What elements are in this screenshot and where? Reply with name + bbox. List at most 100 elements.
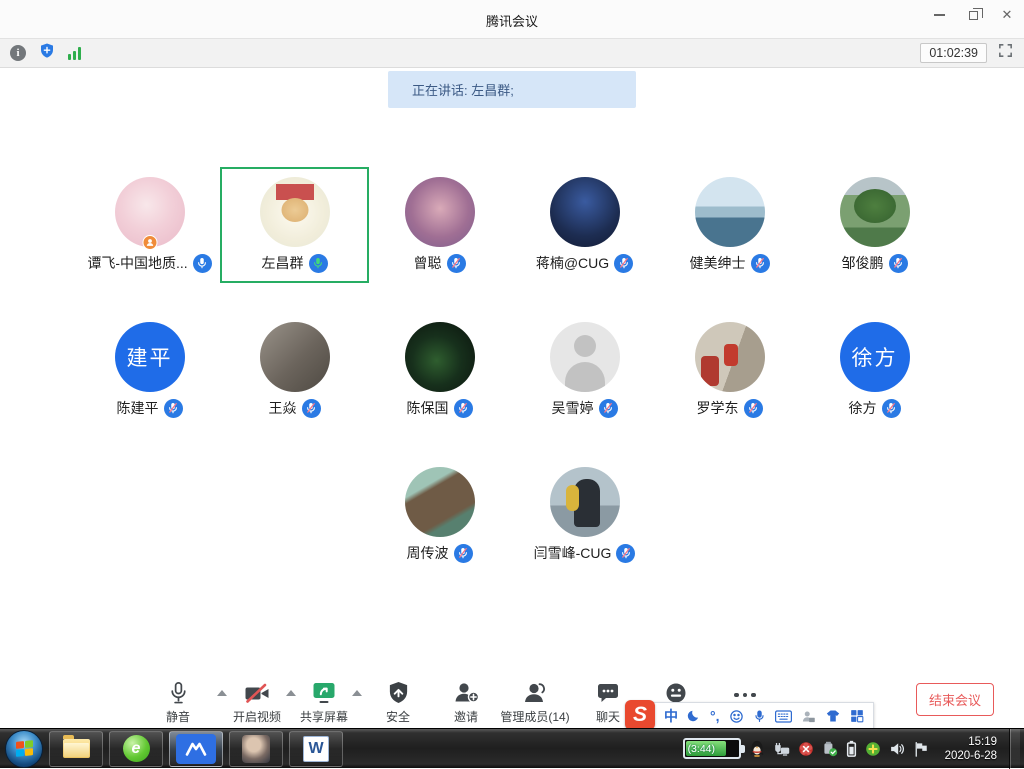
participant-row-1: 谭飞-中国地质... 左昌群 曾聪 蒋楠@CUG	[77, 169, 947, 281]
ime-moon-icon[interactable]	[687, 709, 701, 723]
participant-tile[interactable]: 徐方 徐方	[802, 314, 947, 426]
windows-logo-icon	[16, 740, 33, 757]
participant-tile[interactable]: 谭飞-中国地质...	[77, 169, 222, 281]
meeting-topbar: i 01:02:39	[0, 38, 1024, 68]
sogou-ime-bar: S 中 °,	[627, 702, 874, 730]
360-browser-icon: e	[123, 735, 150, 762]
now-speaking-banner: 正在讲话: 左昌群;	[388, 71, 636, 108]
mic-muted-icon	[164, 399, 183, 418]
battery-tray-icon[interactable]	[846, 740, 857, 757]
close-button[interactable]: ✕	[990, 0, 1024, 30]
ime-voice-icon[interactable]	[753, 709, 766, 724]
participant-tile[interactable]: 曾聪	[367, 169, 512, 281]
mic-muted-icon	[744, 399, 763, 418]
participant-avatar	[840, 177, 910, 247]
mic-muted-icon	[616, 544, 635, 563]
participant-name: 曾聪	[414, 253, 442, 273]
taskbar-tencent-meeting-button[interactable]	[169, 731, 223, 767]
mic-muted-icon	[454, 399, 473, 418]
antivirus-tray-icon[interactable]	[798, 741, 814, 757]
participant-name: 邹俊鹏	[842, 253, 884, 273]
meeting-info-icon[interactable]: i	[10, 45, 26, 61]
mic-muted-icon	[599, 399, 618, 418]
participant-avatar	[405, 322, 475, 392]
taskbar-word-button[interactable]: W	[289, 731, 343, 767]
participant-tile[interactable]: 周传波	[367, 459, 512, 571]
system-tray: (3:44) 15:19 2020-6-28	[683, 729, 1024, 768]
mic-muted-icon	[447, 254, 466, 273]
participant-tile[interactable]: 王焱	[222, 314, 367, 426]
volume-tray-icon[interactable]	[889, 741, 906, 757]
ime-emoji-icon[interactable]	[729, 709, 744, 724]
title-bar: 腾讯会议 ✕	[0, 0, 1024, 38]
participant-row-2: 建平 陈建平 王焱 陈保国 吴雪婷	[77, 314, 947, 426]
participant-avatar	[115, 177, 185, 247]
sogou-logo-icon[interactable]: S	[625, 700, 655, 730]
participant-avatar	[405, 177, 475, 247]
battery-time-text: (3:44)	[685, 743, 739, 755]
mic-speaking-icon	[309, 254, 328, 273]
participant-name: 徐方	[849, 398, 877, 418]
participant-tile[interactable]: 吴雪婷	[512, 314, 657, 426]
taskbar-360-browser-button[interactable]: e	[109, 731, 163, 767]
start-button[interactable]	[5, 730, 43, 768]
fullscreen-icon[interactable]	[997, 42, 1014, 64]
participant-tile-active-speaker[interactable]: 左昌群	[222, 169, 367, 281]
folder-icon	[63, 739, 90, 758]
restore-button[interactable]	[956, 0, 990, 30]
mic-muted-icon	[882, 399, 901, 418]
microphone-icon	[133, 678, 223, 705]
ime-passport-icon[interactable]	[801, 709, 816, 724]
updater-tray-icon[interactable]	[865, 741, 881, 757]
action-center-flag-icon[interactable]	[914, 741, 929, 757]
participant-name: 陈建平	[117, 398, 159, 418]
ime-punctuation-mode[interactable]: °,	[710, 708, 720, 724]
minimize-button[interactable]	[922, 0, 956, 30]
participant-name: 吴雪婷	[552, 398, 594, 418]
participant-tile[interactable]: 健美绅士	[657, 169, 802, 281]
taskbar-explorer-button[interactable]	[49, 731, 103, 767]
participant-tile[interactable]: 闫雪峰-CUG	[512, 459, 657, 571]
participant-name: 谭飞-中国地质...	[87, 253, 187, 273]
more-button[interactable]	[715, 678, 775, 705]
participant-name: 闫雪峰-CUG	[534, 543, 612, 563]
meeting-timer: 01:02:39	[920, 43, 987, 63]
end-meeting-button[interactable]: 结束会议	[916, 683, 994, 716]
participant-tile[interactable]: 邹俊鹏	[802, 169, 947, 281]
usb-tray-icon[interactable]	[822, 741, 838, 757]
participant-tile[interactable]: 蒋楠@CUG	[512, 169, 657, 281]
ime-chinese-mode[interactable]: 中	[664, 706, 678, 726]
participant-avatar-default	[550, 322, 620, 392]
participant-avatar	[550, 177, 620, 247]
window-title: 腾讯会议	[0, 11, 1024, 30]
word-icon: W	[303, 736, 329, 762]
participant-tile[interactable]: 陈保国	[367, 314, 512, 426]
ime-skin-icon[interactable]	[825, 709, 841, 723]
mic-muted-icon	[614, 254, 633, 273]
participant-avatar	[695, 322, 765, 392]
participant-tile[interactable]: 罗学东	[657, 314, 802, 426]
mute-button[interactable]: 静音	[133, 678, 223, 725]
mic-muted-icon	[302, 399, 321, 418]
qq-tray-icon[interactable]	[749, 740, 765, 757]
battery-timer-widget[interactable]: (3:44)	[683, 738, 741, 759]
show-desktop-button[interactable]	[1009, 729, 1020, 769]
avatar-initials: 建平	[127, 342, 173, 372]
participant-tile[interactable]: 建平 陈建平	[77, 314, 222, 426]
mic-muted-icon	[454, 544, 473, 563]
network-signal-icon[interactable]	[68, 47, 81, 60]
tencent-meeting-window: 腾讯会议 ✕ i 01:02:39 正在讲话: 左昌群;	[0, 0, 1024, 768]
windows-taskbar: e W (3:44) 15:19 2020-6-28	[0, 728, 1024, 768]
participant-avatar	[550, 467, 620, 537]
ime-toolbox-icon[interactable]	[850, 709, 864, 723]
tencent-meeting-icon	[176, 734, 216, 764]
network-tray-icon[interactable]	[773, 741, 790, 757]
photo-avatar-icon	[242, 735, 270, 763]
protection-shield-icon[interactable]	[39, 42, 55, 64]
participant-name: 蒋楠@CUG	[536, 253, 609, 273]
participant-avatar: 徐方	[840, 322, 910, 392]
mic-on-icon	[193, 254, 212, 273]
taskbar-qq-photo-button[interactable]	[229, 731, 283, 767]
ime-keyboard-icon[interactable]	[775, 710, 792, 723]
taskbar-clock[interactable]: 15:19 2020-6-28	[945, 735, 997, 763]
